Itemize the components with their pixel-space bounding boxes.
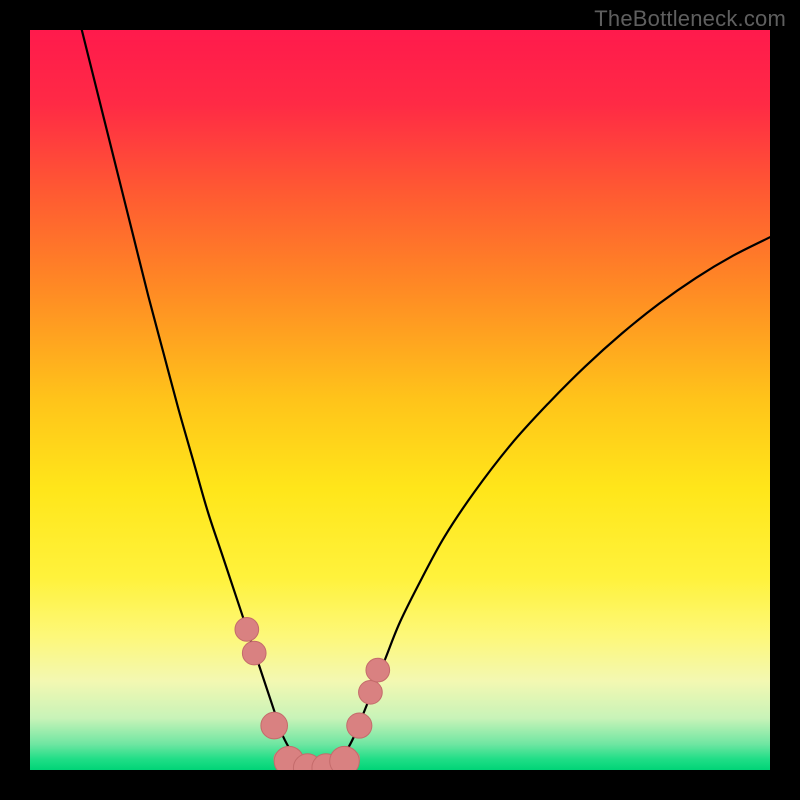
marker-dot bbox=[261, 712, 288, 739]
marker-dot bbox=[235, 618, 259, 642]
marker-dot bbox=[330, 746, 360, 770]
chart-frame: TheBottleneck.com bbox=[0, 0, 800, 800]
marker-dot bbox=[366, 658, 390, 682]
marker-dot bbox=[242, 641, 266, 665]
marker-dot bbox=[347, 713, 372, 738]
bottleneck-chart bbox=[30, 30, 770, 770]
marker-dot bbox=[359, 680, 383, 704]
gradient-background bbox=[30, 30, 770, 770]
watermark-text: TheBottleneck.com bbox=[594, 6, 786, 32]
